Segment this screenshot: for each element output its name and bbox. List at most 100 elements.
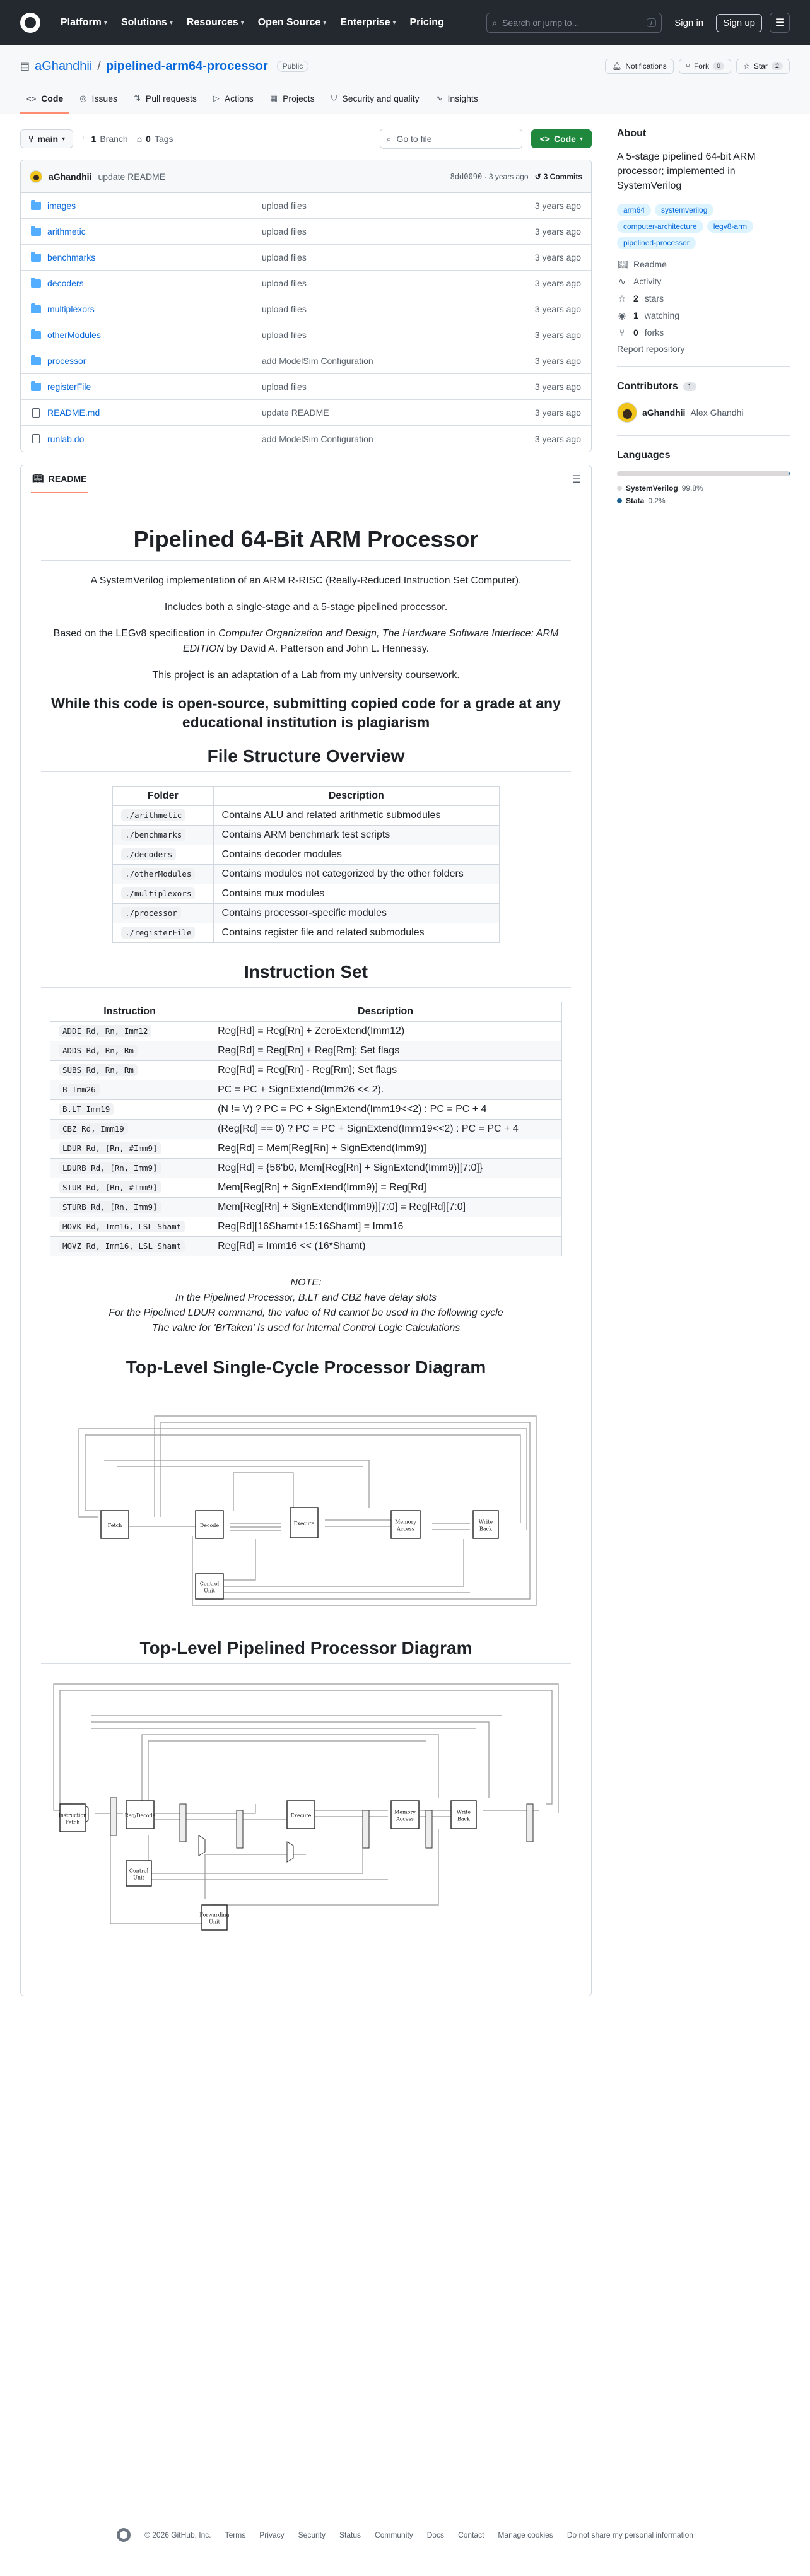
footer-link-status[interactable]: Status [339,2531,361,2539]
file-name-link[interactable]: processor [47,356,86,366]
tab-actions[interactable]: ▷ Actions [207,93,260,114]
pipeline-register [236,1810,244,1849]
wire [141,1734,439,1804]
diagram-block-label: Fetch [66,1819,80,1825]
repo-icon: ▤ [20,61,30,72]
repo-name-link[interactable]: pipelined-arm64-processor [106,59,268,74]
outline-icon[interactable]: ☰ [572,473,581,486]
star-button[interactable]: ☆ Star 2 [736,59,790,74]
commit-message-link[interactable]: upload files [262,304,307,314]
footer-link-do-not-share-my-personal-information[interactable]: Do not share my personal information [567,2531,693,2539]
commit-message-link[interactable]: upload files [262,226,307,237]
sign-up-button[interactable]: Sign up [716,13,762,32]
commit-hash[interactable]: 8dd0090 [450,172,483,181]
note-line: The value for 'BrTaken' is used for inte… [151,1322,461,1333]
menu-icon[interactable]: ☰ [770,13,790,33]
branch-selector[interactable]: ⑂ main ▾ [20,129,74,148]
file-name-link[interactable]: benchmarks [47,252,95,262]
avatar [617,402,637,423]
footer-link-contact[interactable]: Contact [458,2531,484,2539]
diagram-block-label: Control [200,1581,220,1586]
forks-link[interactable]: ⑂ 0 forks [617,327,790,337]
nav-resources[interactable]: Resources ▾ [187,17,244,28]
file-name-link[interactable]: decoders [47,278,84,288]
tab-code[interactable]: <> Code [20,93,70,114]
tab-pull-requests[interactable]: ⇅ Pull requests [127,93,203,114]
diagram-block-label: Write [479,1519,493,1525]
search-input[interactable]: ⌕ Search or jump to... / [486,13,662,33]
instruction-code-cell: CBZ Rd, Imm19 [49,1118,210,1139]
commit-message-link[interactable]: upload files [262,382,307,392]
footer-link-docs[interactable]: Docs [427,2531,444,2539]
readme-link[interactable]: 📖︎ Readme [617,259,790,270]
branches-link[interactable]: ⑂ 1 Branch [82,134,128,144]
chevron-down-icon: ▾ [240,19,244,26]
fork-button[interactable]: ⑂ Fork 0 [678,59,732,74]
file-commit-message: upload files [262,252,512,262]
sign-in-link[interactable]: Sign in [669,18,708,28]
nav-enterprise[interactable]: Enterprise ▾ [340,17,396,28]
commit-message-link[interactable]: upload files [262,252,307,262]
readme-tab[interactable]: 📖︎ README [31,465,88,493]
footer-link-community[interactable]: Community [375,2531,413,2539]
nav-pricing[interactable]: Pricing [410,17,444,28]
nav-open-source[interactable]: Open Source ▾ [258,17,327,28]
github-logo-icon[interactable] [20,13,40,33]
commit-message-link[interactable]: add ModelSim Configuration [262,434,373,444]
diagram-block-label: Reg/Decode [125,1813,156,1818]
contributor-item[interactable]: aGhandhii Alex Ghandhi [617,402,790,423]
report-repository-link[interactable]: Report repository [617,344,790,354]
branches-count: 1 [91,134,97,144]
file-name-link[interactable]: images [47,201,76,211]
folder-icon [31,277,41,288]
commit-message-link[interactable]: add ModelSim Configuration [262,356,373,366]
file-name-link[interactable]: multiplexors [47,304,95,314]
tab-projects[interactable]: ▦ Projects [264,93,321,114]
file-name-link[interactable]: otherModules [47,330,101,340]
footer-link-privacy[interactable]: Privacy [259,2531,284,2539]
commit-message-link[interactable]: upload files [262,278,307,288]
diagram-block-label: Unit [209,1919,220,1924]
commit-message-link[interactable]: update README [98,172,165,182]
activity-link[interactable]: ∿ Activity [617,276,790,287]
commit-message-link[interactable]: update README [262,407,329,418]
nav-platform[interactable]: Platform ▾ [61,17,107,28]
file-name-link[interactable]: runlab.do [47,434,84,444]
table-row: ADDI Rd, Rn, Imm12 Reg[Rd] = Reg[Rn] + Ze… [49,1021,562,1041]
tags-link[interactable]: ⌂ 0 Tags [137,134,173,144]
code-dropdown-button[interactable]: <> Code ▾ [531,129,592,148]
avatar[interactable] [30,170,42,183]
file-name-link[interactable]: registerFile [47,382,91,392]
repo-owner-link[interactable]: aGhandhii [35,59,92,74]
commit-message-link[interactable]: upload files [262,330,307,340]
topic-tag[interactable]: pipelined-processor [617,236,696,249]
footer-link-security[interactable]: Security [298,2531,326,2539]
branch-icon: ⑂ [82,134,88,144]
file-name-link[interactable]: arithmetic [47,226,86,237]
watchers-link[interactable]: ◉ 1 watching [617,310,790,321]
folder-header: Description [213,785,500,806]
tab-security-and-quality[interactable]: ⛉ Security and quality [325,93,426,114]
file-name-link[interactable]: README.md [47,407,100,418]
language-item[interactable]: Stata 0.2% [617,496,790,505]
stars-link[interactable]: ☆ 2 stars [617,293,790,304]
pipeline-register [526,1803,534,1842]
notifications-button[interactable]: 🔔︎ Notifications [605,59,674,74]
go-to-file-input[interactable]: ⌕ Go to file [379,129,522,149]
tab-issues[interactable]: ◎ Issues [73,93,124,114]
commit-author-link[interactable]: aGhandhii [49,172,91,182]
tab-insights[interactable]: ∿ Insights [430,93,484,114]
footer-link-manage-cookies[interactable]: Manage cookies [498,2531,553,2539]
topic-tag[interactable]: systemverilog [655,203,714,216]
topic-tag[interactable]: computer-architecture [617,220,703,233]
commits-history-link[interactable]: ↺ 3 Commits [535,172,582,181]
readme-scope: Includes both a single-stage and a 5-sta… [164,602,448,612]
language-item[interactable]: SystemVerilog 99.8% [617,484,790,493]
commit-message-link[interactable]: upload files [262,201,307,211]
github-logo-icon[interactable] [117,2528,131,2542]
nav-solutions[interactable]: Solutions ▾ [121,17,173,28]
topic-tag[interactable]: legv8-arm [707,220,754,233]
footer-link-terms[interactable]: Terms [225,2531,246,2539]
topic-tag[interactable]: arm64 [617,203,652,216]
history-icon: ↺ [534,172,541,181]
